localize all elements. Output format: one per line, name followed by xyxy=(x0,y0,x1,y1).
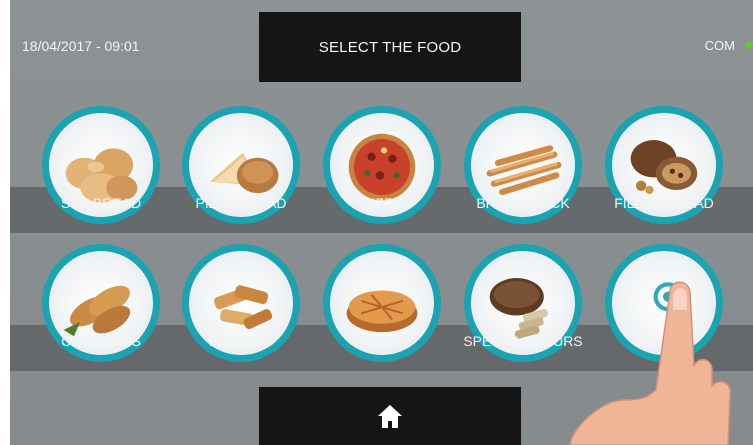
home-icon xyxy=(378,405,402,428)
food-tile-bread-stick[interactable]: BREAD STICK xyxy=(454,106,592,226)
food-label: PIZZA xyxy=(362,195,402,211)
food-tile-croutons[interactable]: CROUTONS xyxy=(32,244,170,364)
food-tile-special-flours[interactable]: SPECIAL FLOURS xyxy=(454,244,592,364)
home-button[interactable] xyxy=(259,387,521,445)
food-label: SPECIAL FLOURS xyxy=(463,333,583,349)
food-tile-manual[interactable]: MA xyxy=(595,244,733,364)
food-tile-filled-bread[interactable]: FILLED BREAD xyxy=(595,106,733,226)
food-label: PIZZA BREAD xyxy=(195,195,287,211)
food-tile-pizza[interactable]: PIZZA xyxy=(313,106,451,226)
food-tile-biscuits[interactable]: BISCUITS xyxy=(172,244,310,364)
food-label: BREAD STICK xyxy=(476,195,570,211)
food-tile-cake[interactable]: CAKE xyxy=(313,244,451,364)
food-label: BISCUITS xyxy=(208,333,274,349)
page-title: SELECT THE FOOD xyxy=(259,12,521,82)
food-label: CROUTONS xyxy=(61,333,141,349)
oven-touchscreen: 18/04/2017 - 09:01 SELECT THE FOOD COM S… xyxy=(10,0,753,445)
food-tile-pizza-bread[interactable]: PIZZA BREAD xyxy=(172,106,310,226)
food-label: CAKE xyxy=(362,333,402,349)
date-time: 18/04/2017 - 09:01 xyxy=(22,38,140,54)
food-tile-std-bread[interactable]: STD BREAD xyxy=(32,106,170,226)
food-label: STD BREAD xyxy=(60,195,142,211)
food-label: FILLED BREAD xyxy=(614,195,714,211)
com-status-indicator xyxy=(745,41,753,49)
top-bar: 18/04/2017 - 09:01 SELECT THE FOOD COM xyxy=(10,0,753,90)
com-status-label: COM xyxy=(704,38,735,53)
food-label: MA xyxy=(636,333,657,349)
